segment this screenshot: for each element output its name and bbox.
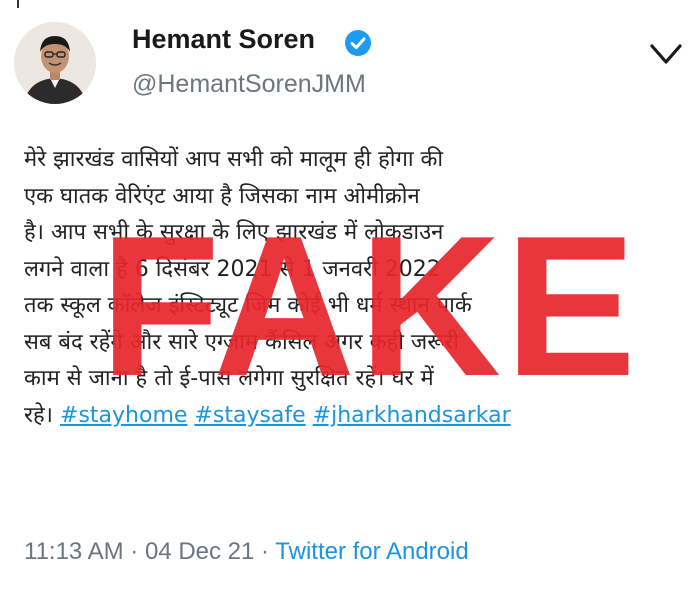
tweet-time[interactable]: 11:13 AM bbox=[24, 538, 124, 565]
tweet-line: है। आप सभी के सुरक्षा के लिए झारखंड में … bbox=[24, 220, 444, 245]
person-avatar-icon bbox=[14, 22, 96, 104]
user-handle[interactable]: @HemantSorenJMM bbox=[132, 70, 366, 99]
tweet-line: तक स्कूल कॉलेज इंस्टिट्यूट जिम कोई भी धर… bbox=[24, 293, 472, 318]
hashtag-stayhome[interactable]: #stayhome bbox=[60, 403, 187, 428]
tweet-text: मेरे झारखंड वासियों आप सभी को मालूम ही ह… bbox=[24, 142, 684, 434]
tweet-line: काम से जाना है तो ई-पास लगेगा सुरक्षित र… bbox=[24, 366, 434, 391]
tweet-line: एक घातक वेरिएंट आया है जिसका नाम ओमीक्रो… bbox=[24, 183, 420, 209]
avatar[interactable] bbox=[14, 22, 96, 104]
edge-mark bbox=[17, 0, 19, 8]
tweet-source[interactable]: Twitter for Android bbox=[275, 538, 468, 565]
chevron-down-icon[interactable] bbox=[648, 40, 684, 68]
meta-separator: · bbox=[261, 538, 270, 565]
tweet-line: मेरे झारखंड वासियों आप सभी को मालूम ही ह… bbox=[24, 147, 444, 172]
tweet-meta: 11:13 AM · 04 Dec 21 · Twitter for Andro… bbox=[24, 538, 469, 566]
tweet-line-last: रहे। #stayhome #staysafe #jharkhandsarka… bbox=[24, 398, 684, 435]
tweet-card: Hemant Soren @HemantSorenJMM मेरे झारखंड… bbox=[0, 0, 690, 593]
verified-badge-icon bbox=[345, 30, 371, 56]
meta-separator: · bbox=[130, 538, 139, 565]
tweet-line: लगने वाला है 6 दिसंबर 2021 से 1 जनवरी 20… bbox=[24, 256, 441, 282]
display-name[interactable]: Hemant Soren bbox=[132, 24, 315, 55]
tweet-line: सब बंद रहेंगे और सारे एग्जाम कैंसिल अगर … bbox=[24, 329, 460, 355]
hashtag-staysafe[interactable]: #staysafe bbox=[194, 403, 305, 428]
tweet-date[interactable]: 04 Dec 21 bbox=[145, 538, 254, 565]
tweet-line-prefix: रहे। bbox=[24, 402, 54, 428]
hashtag-jharkhandsarkar[interactable]: #jharkhandsarkar bbox=[313, 403, 511, 428]
